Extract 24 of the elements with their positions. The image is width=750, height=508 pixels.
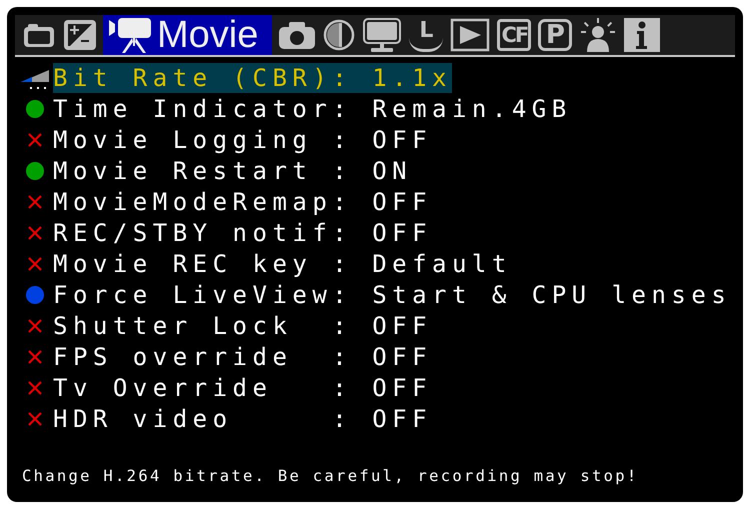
menu-item[interactable]: FPS override : OFF: [53, 342, 432, 372]
menu-item[interactable]: REC/STBY notif: OFF: [53, 218, 432, 248]
display-tab[interactable]: [361, 15, 404, 55]
menu-item[interactable]: Force LiveView: Start & CPU lenses: [53, 280, 732, 310]
contrast-icon: [323, 19, 356, 51]
play-icon: [450, 18, 490, 52]
menu-item[interactable]: Shutter Lock : OFF: [53, 310, 432, 340]
exposure-icon: [63, 19, 97, 51]
help-text: Change H.264 bitrate. Be careful, recording may stop!: [22, 466, 638, 487]
menu-item[interactable]: MovieModeRemap: OFF: [53, 186, 432, 216]
menu-item[interactable]: Movie Restart : ON: [53, 156, 412, 186]
menu-item[interactable]: Movie Logging : OFF: [53, 124, 432, 154]
menu-item[interactable]: Bit Rate (CBR): 1.1x: [53, 62, 452, 92]
menu-item[interactable]: Time Indicator: Remain.4GB: [53, 94, 572, 124]
menu-item[interactable]: Tv Override : OFF: [53, 372, 432, 402]
menu-item[interactable]: HDR video : OFF: [53, 404, 432, 434]
movie-tab[interactable]: Movie: [103, 15, 272, 55]
menu-item[interactable]: Movie REC key : Default: [53, 248, 512, 278]
movie-camera-icon: [109, 16, 153, 54]
camera-icon: [278, 20, 316, 50]
info-tab[interactable]: [623, 15, 662, 55]
info-icon: [624, 18, 660, 52]
face-tab[interactable]: L: [408, 15, 444, 55]
camera-icon: [22, 21, 56, 49]
